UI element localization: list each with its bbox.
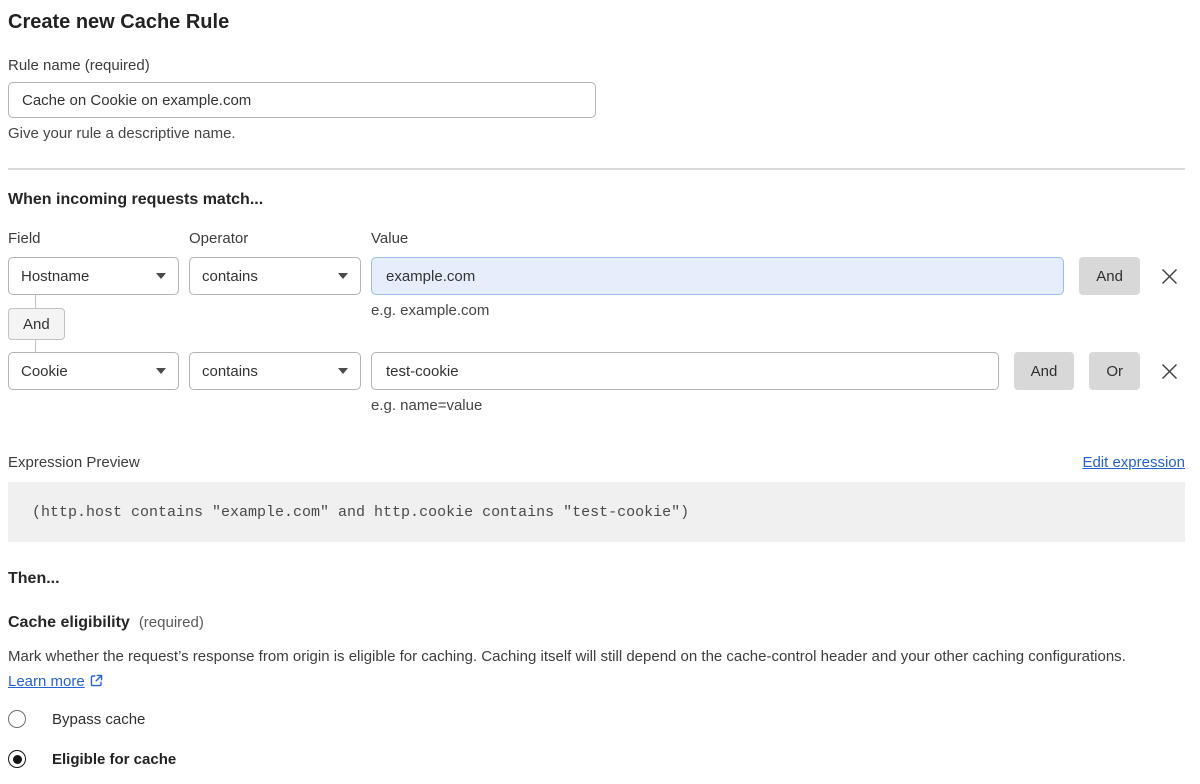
operator-select-value: contains (202, 268, 258, 285)
then-heading: Then... (8, 569, 1185, 588)
expression-preview-header: Expression Preview Edit expression (8, 454, 1185, 471)
value-hint: e.g. name=value (371, 390, 1185, 415)
radio-label: Eligible for cache (52, 751, 176, 768)
page-title: Create new Cache Rule (8, 10, 1185, 34)
and-button[interactable]: And (1079, 257, 1140, 295)
operator-column-label: Operator (189, 230, 361, 248)
operator-select[interactable]: contains (189, 257, 361, 295)
operator-select-value: contains (202, 363, 258, 380)
remove-condition-button[interactable] (1153, 257, 1185, 295)
rule-name-label: Rule name (required) (8, 57, 1185, 75)
field-select-value: Hostname (21, 268, 89, 285)
match-heading: When incoming requests match... (8, 190, 1185, 209)
external-link-icon (89, 673, 104, 688)
field-select[interactable]: Cookie (8, 352, 179, 390)
cache-eligibility-heading: Cache eligibility (8, 613, 130, 632)
radio-label: Bypass cache (52, 711, 145, 728)
radio-option-bypass-cache[interactable]: Bypass cache (8, 710, 1185, 728)
value-column-label: Value (371, 230, 1185, 248)
x-icon (1160, 362, 1179, 381)
expression-preview-label: Expression Preview (8, 454, 140, 471)
radio-option-eligible-for-cache[interactable]: Eligible for cache (8, 750, 1185, 768)
value-input[interactable] (371, 257, 1064, 295)
value-hint: e.g. example.com (371, 295, 1185, 352)
connector-and-button[interactable]: And (8, 308, 65, 340)
chevron-down-icon (338, 273, 348, 279)
field-select-value: Cookie (21, 363, 68, 380)
required-tag: (required) (139, 614, 204, 631)
chevron-down-icon (156, 273, 166, 279)
connector-and-hint-row: And e.g. example.com (8, 295, 1185, 352)
value-input[interactable] (371, 352, 999, 390)
field-column-label: Field (8, 230, 179, 248)
edit-expression-link[interactable]: Edit expression (1082, 454, 1185, 471)
cache-eligibility-description: Mark whether the request’s response from… (8, 644, 1168, 694)
field-select[interactable]: Hostname (8, 257, 179, 295)
radio-button-selected[interactable] (8, 750, 26, 768)
and-button[interactable]: And (1014, 352, 1075, 390)
chevron-down-icon (338, 368, 348, 374)
condition-row: Cookie contains And Or (8, 352, 1185, 390)
cache-eligibility-header: Cache eligibility (required) (8, 613, 1185, 632)
description-text: Mark whether the request’s response from… (8, 648, 1126, 665)
rule-name-input[interactable] (8, 82, 596, 118)
remove-condition-button[interactable] (1153, 352, 1185, 390)
learn-more-link[interactable]: Learn more (8, 673, 85, 690)
section-divider (8, 168, 1185, 170)
rule-name-helper: Give your rule a descriptive name. (8, 125, 1185, 143)
expression-code-block: (http.host contains "example.com" and ht… (8, 482, 1185, 542)
or-button[interactable]: Or (1089, 352, 1140, 390)
operator-select[interactable]: contains (189, 352, 361, 390)
chevron-down-icon (156, 368, 166, 374)
condition-row: Hostname contains And (8, 257, 1185, 295)
x-icon (1160, 267, 1179, 286)
hint-row: e.g. name=value (8, 390, 1185, 415)
radio-button[interactable] (8, 710, 26, 728)
connector-column: And (8, 295, 179, 352)
condition-column-labels: Field Operator Value (8, 230, 1185, 248)
